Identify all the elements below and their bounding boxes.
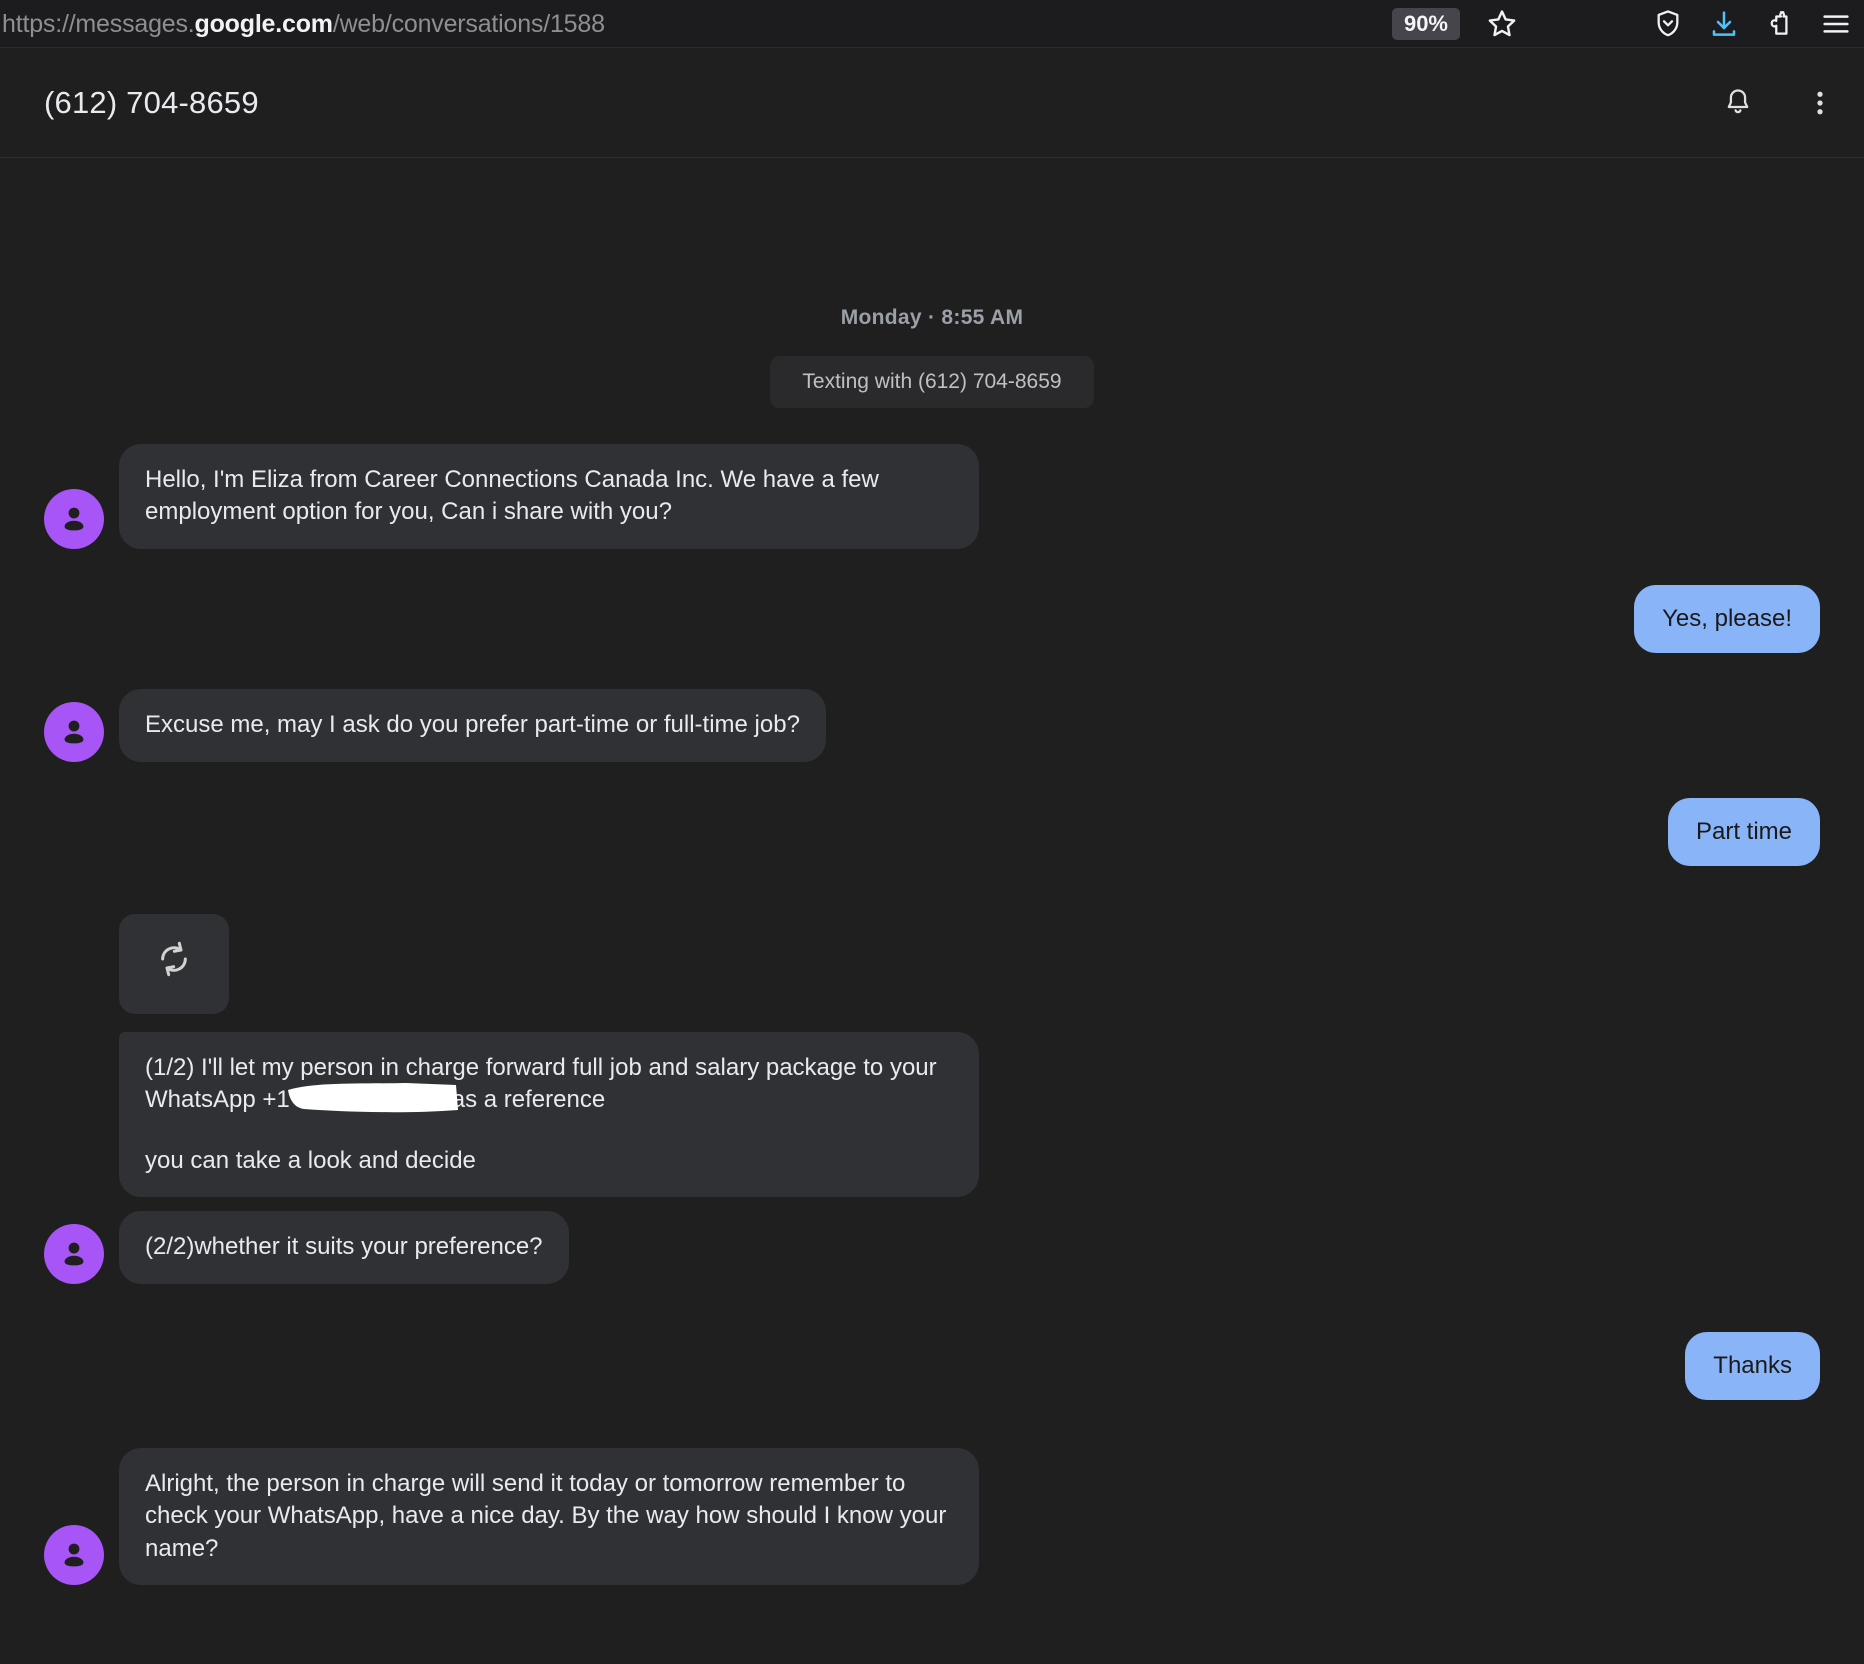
url-host: google.com: [194, 9, 333, 38]
message-row-incoming: Hello, I'm Eliza from Career Connections…: [44, 444, 1820, 549]
extensions-puzzle-icon[interactable]: [1752, 0, 1808, 48]
browser-toolbar-actions: 90%: [1391, 0, 1864, 48]
system-chip-row: Texting with (612) 704-8659: [44, 356, 1820, 408]
notifications-bell-icon[interactable]: [1714, 79, 1762, 127]
message-bubble[interactable]: Thanks: [1685, 1331, 1820, 1400]
message-bubble[interactable]: (1/2) I'll let my person in charge forwa…: [119, 1031, 979, 1198]
header-actions: [1714, 79, 1844, 127]
message-bubble[interactable]: (2/2)whether it suits your preference?: [119, 1211, 569, 1284]
message-bubble[interactable]: Part time: [1667, 797, 1820, 866]
conversation-header: (612) 704-8659: [0, 48, 1864, 158]
message-thread[interactable]: Monday · 8:55 AM Texting with (612) 704-…: [0, 158, 1864, 1664]
redaction-mark: [287, 1083, 458, 1113]
message-paragraph: (1/2) I'll let my person in charge forwa…: [145, 1052, 953, 1117]
tracking-protection-shield-icon[interactable]: [1640, 0, 1696, 48]
overflow-menu-icon[interactable]: [1796, 79, 1844, 127]
message-bubble[interactable]: Yes, please!: [1634, 584, 1820, 654]
message-row-incoming: (1/2) I'll let my person in charge forwa…: [44, 1031, 1820, 1198]
date-divider: Monday · 8:55 AM: [840, 306, 1024, 329]
avatar-spacer: [44, 954, 104, 1014]
message-row-incoming: Excuse me, may I ask do you prefer part-…: [44, 689, 1820, 762]
address-bar[interactable]: https://messages.google.com/web/conversa…: [0, 0, 605, 48]
url-path: /web/conversations/1588: [332, 9, 605, 38]
message-row-incoming: Alright, the person in charge will send …: [44, 1447, 1820, 1586]
message-paragraph: you can take a look and decide: [145, 1146, 476, 1174]
message-text-after-redaction: as a reference: [451, 1086, 606, 1114]
avatar-spacer: [44, 1137, 104, 1197]
message-bubble[interactable]: Hello, I'm Eliza from Career Connections…: [119, 444, 979, 549]
sync-arrows-icon: [154, 939, 194, 988]
url-scheme: https://messages.: [2, 9, 195, 38]
message-bubble-sync[interactable]: [119, 913, 229, 1014]
bookmark-star-icon[interactable]: [1474, 0, 1530, 48]
message-group: [119, 913, 229, 1014]
avatar: [44, 701, 104, 762]
texting-with-chip: Texting with (612) 704-8659: [770, 356, 1094, 408]
hamburger-menu-icon[interactable]: [1808, 0, 1864, 48]
message-bubble[interactable]: Excuse me, may I ask do you prefer part-…: [119, 689, 826, 762]
avatar: [44, 488, 104, 549]
zoom-level-badge[interactable]: 90%: [1391, 8, 1460, 40]
message-bubble[interactable]: Alright, the person in charge will send …: [119, 1447, 979, 1586]
message-row-incoming: [44, 913, 1820, 1014]
message-row-outgoing: Yes, please!: [44, 584, 1820, 654]
browser-toolbar: https://messages.google.com/web/conversa…: [0, 0, 1864, 48]
message-row-incoming: (2/2)whether it suits your preference?: [44, 1211, 1820, 1284]
message-row-outgoing: Thanks: [44, 1331, 1820, 1400]
avatar: [44, 1525, 104, 1586]
page-title: (612) 704-8659: [44, 84, 259, 120]
avatar: [44, 1223, 104, 1284]
url-text: https://messages.google.com/web/conversa…: [2, 10, 605, 39]
message-row-outgoing: Part time: [44, 797, 1820, 866]
download-arrow-icon[interactable]: [1696, 0, 1752, 48]
